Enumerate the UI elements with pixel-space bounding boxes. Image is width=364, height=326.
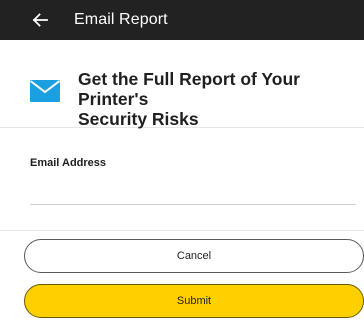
email-form: Email Address [0,128,364,231]
report-headline: Get the Full Report of Your Printer's Se… [78,69,300,129]
back-button[interactable] [28,8,52,32]
mail-icon [30,80,60,102]
arrow-left-icon [32,13,48,27]
page-title: Email Report [74,11,168,28]
app-bar: Email Report [0,0,364,40]
email-label: Email Address [30,157,107,169]
submit-button[interactable]: Submit [24,284,364,318]
cancel-button[interactable]: Cancel [24,239,364,273]
submit-button-label: Submit [176,295,212,307]
email-field[interactable] [30,180,356,205]
email-report-screen: Email Report Get the Full Report of Your… [0,0,364,326]
report-header: Get the Full Report of Your Printer's Se… [0,40,364,129]
cancel-button-label: Cancel [176,250,212,262]
